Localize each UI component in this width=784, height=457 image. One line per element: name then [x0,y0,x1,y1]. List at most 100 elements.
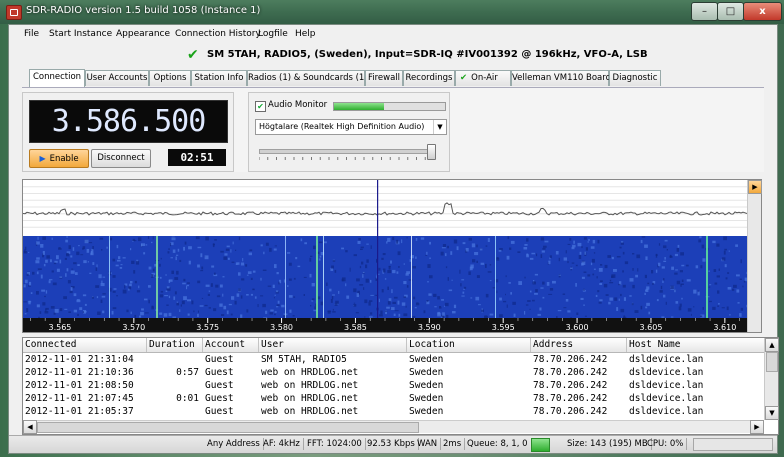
column-header-host-name[interactable]: Host Name [627,338,764,352]
horizontal-scroll-thumb[interactable] [37,422,419,433]
waterfall-speck [219,303,223,307]
waterfall-speck [71,268,74,270]
spectrum-panel[interactable]: 3.565 3.570 3.575 3.580 3.585 3.590 3.595 3.600… [22,179,762,333]
tab-on-air[interactable]: ✔ On-Air [455,70,511,86]
waterfall-speck [429,275,433,279]
menu-start-instance[interactable]: Start Instance [49,29,112,39]
waterfall-speck [718,303,720,305]
waterfall-speck [231,296,235,300]
waterfall-speck [36,304,40,308]
waterfall-speck [30,292,33,294]
waterfall-speck [437,311,440,315]
title-bar[interactable]: SDR-RADIO version 1.5 build 1058 (Instan… [0,0,784,24]
waterfall-speck [252,270,256,273]
minimize-button[interactable]: – [691,2,718,21]
tab-radios-soundcards[interactable]: Radios (1) & Soundcards (1) [247,70,368,86]
disconnect-button[interactable]: Disconnect [91,149,151,168]
column-header-location[interactable]: Location [407,338,531,352]
waterfall-speck [26,308,29,313]
tab-station-info[interactable]: Station Info [191,70,247,86]
tab-diagnostic[interactable]: Diagnostic [609,70,661,86]
waterfall-speck [362,274,364,278]
waterfall-speck [658,262,661,267]
waterfall-speck [70,255,73,258]
waterfall-speck [330,299,333,303]
table-row[interactable]: 2012-11-01 21:07:45 0:01 Guest web on HRDLO… [23,392,764,405]
waterfall-speck [598,268,603,272]
column-header-address[interactable]: Address [531,338,627,352]
cell-connected: 2012-11-01 21:08:50 [25,380,134,391]
waterfall-speck [87,261,89,263]
scroll-left-icon[interactable]: ◀ [23,420,37,434]
waterfall-speck [423,310,426,314]
waterfall-signal-streak [316,236,318,318]
volume-slider-track[interactable] [259,149,436,154]
table-row[interactable]: 2012-11-01 21:10:36 0:57 Guest web on HRDLO… [23,366,764,379]
menu-file[interactable]: File [24,29,39,39]
waterfall-speck [222,276,225,278]
table-row[interactable]: 2012-11-01 21:31:04 Guest SM 5TAH, RADIO5 S… [23,353,764,366]
waterfall-speck [235,249,237,251]
menu-connection-history[interactable]: Connection History [175,29,261,39]
column-header-connected[interactable]: Connected [23,338,147,352]
waterfall-signal-streak [109,236,110,318]
waterfall-speck [456,246,459,251]
scroll-right-icon[interactable]: ▶ [750,420,764,434]
waterfall-speck [119,267,123,269]
waterfall-speck [676,280,681,285]
spectrum-side-panel: ▶ [747,180,762,332]
waterfall-speck [529,257,534,260]
waterfall-speck [674,272,678,275]
menu-appearance[interactable]: Appearance [116,29,170,39]
waterfall-speck [499,297,502,301]
waterfall-speck [739,278,742,280]
spectrum-options-button[interactable]: ▶ [748,180,762,194]
table-row[interactable]: 2012-11-01 21:08:50 Guest web on HRDLOG.ne… [23,379,764,392]
waterfall-speck [356,278,360,282]
column-header-account[interactable]: Account [203,338,259,352]
tab-recordings[interactable]: Recordings [403,70,455,86]
scroll-thumb[interactable] [766,352,778,372]
waterfall-speck [365,264,368,269]
waterfall-speck [195,236,200,240]
waterfall-speck [716,275,720,278]
frequency-display[interactable]: 3.586.500 [29,100,228,143]
volume-slider-thumb[interactable] [426,144,436,160]
waterfall-speck [651,270,654,274]
waterfall-speck [56,255,59,260]
waterfall-speck [40,244,44,248]
menu-help[interactable]: Help [295,29,316,39]
table-vertical-scrollbar[interactable]: ▲ ▼ [764,338,779,420]
audio-device-select[interactable]: Högtalare (Realtek High Definition Audio… [255,119,447,135]
tab-options[interactable]: Options [149,70,191,86]
scroll-down-icon[interactable]: ▼ [765,406,779,420]
enable-button[interactable]: ▶ Enable [29,149,89,168]
waterfall-speck [200,253,203,258]
chevron-down-icon[interactable]: ▼ [433,120,446,134]
tab-connection[interactable]: Connection [29,69,85,87]
maximize-button[interactable]: □ [717,2,744,21]
waterfall-speck [471,243,476,248]
tab-firewall[interactable]: Firewall [365,70,403,86]
waterfall-speck [292,315,295,317]
tab-user-accounts[interactable]: User Accounts [85,70,149,86]
waterfall-speck [678,306,682,311]
waterfall-speck [327,310,332,312]
waterfall-speck [674,253,678,257]
scroll-up-icon[interactable]: ▲ [765,338,779,352]
cell-user: web on HRDLOG.net [261,393,359,404]
waterfall-speck [485,245,488,247]
waterfall-speck [134,280,137,284]
table-horizontal-scrollbar[interactable]: ◀ ▶ [23,420,764,434]
close-button[interactable]: x [743,2,782,21]
spectrum-and-waterfall[interactable]: 3.565 3.570 3.575 3.580 3.585 3.590 3.595 3.600… [23,180,747,332]
column-header-duration[interactable]: Duration [147,338,203,352]
waterfall-speck [387,237,391,242]
tab-velleman-board[interactable]: Velleman VM110 Board [511,70,611,86]
column-header-user[interactable]: User [259,338,407,352]
app-icon[interactable] [6,5,22,20]
menu-logfile[interactable]: Logfile [258,29,288,39]
table-row[interactable]: 2012-11-01 21:05:37 Guest web on HRDLOG.ne… [23,405,764,418]
audio-monitor-checkbox[interactable]: ✔ [255,101,266,112]
waterfall-speck [363,287,365,290]
